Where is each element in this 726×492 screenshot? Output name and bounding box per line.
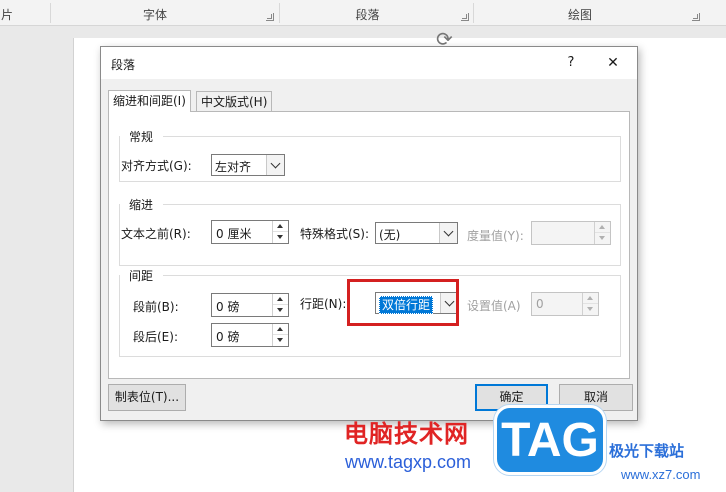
ribbon-bar: 片 字体 段落 绘图 (0, 0, 726, 26)
font-dialog-launcher-icon[interactable] (266, 13, 274, 21)
spin-up-icon[interactable] (273, 324, 288, 335)
watermark-site-name: 极光下载站 (609, 442, 685, 460)
help-button[interactable]: ? (559, 53, 583, 73)
spin-down-icon[interactable] (583, 304, 598, 315)
ribbon-group-font[interactable]: 字体 (80, 0, 230, 26)
tab-asian-typography[interactable]: 中文版式(H) (196, 91, 273, 112)
spin-up-icon[interactable] (273, 221, 288, 232)
spin-down-icon[interactable] (273, 232, 288, 243)
close-icon[interactable]: ✕ (598, 52, 628, 74)
space-after-label: 段后(E): (133, 330, 178, 344)
special-format-label: 特殊格式(S): (300, 227, 370, 241)
group-frame-general (119, 136, 621, 182)
spin-up-icon[interactable] (583, 293, 598, 304)
watermark-brand: 电脑技术网 (344, 420, 469, 448)
highlight-annotation (347, 279, 459, 326)
ribbon-separator (279, 3, 280, 23)
chevron-down-icon[interactable] (266, 155, 284, 175)
alignment-select[interactable]: 左对齐 (211, 154, 285, 176)
tab-indents-spacing[interactable]: 缩进和间距(I) (108, 90, 191, 112)
dialog-title: 段落 (111, 58, 136, 72)
paragraph-dialog-launcher-icon[interactable] (461, 13, 469, 21)
ribbon-group-drawing[interactable]: 绘图 (500, 0, 660, 26)
dialog-titlebar[interactable]: 段落 ? ✕ (101, 47, 637, 79)
set-value-label: 设置值(A) (467, 299, 521, 313)
ribbon-separator (50, 3, 51, 23)
space-before-label: 段前(B): (133, 300, 179, 314)
chevron-down-icon[interactable] (439, 223, 457, 243)
special-format-select[interactable]: (无) (375, 222, 458, 244)
tab-panel: 常规 对齐方式(G): 左对齐 缩进 文本之前(R): 0 厘米 特殊格式(S)… (108, 111, 630, 379)
measure-label: 度量值(Y): (467, 229, 524, 243)
ribbon-group-paragraph[interactable]: 段落 (290, 0, 445, 26)
spin-up-icon[interactable] (595, 222, 610, 233)
watermark-url: www.tagxp.com (345, 452, 472, 472)
space-after-spinner[interactable]: 0 磅 (211, 323, 289, 347)
before-text-label: 文本之前(R): (121, 227, 191, 241)
alignment-label: 对齐方式(G): (121, 159, 192, 173)
ribbon-separator (473, 3, 474, 23)
line-spacing-label: 行距(N): (300, 297, 347, 311)
watermark-site-url: www.xz7.com (621, 467, 701, 482)
space-before-spinner[interactable]: 0 磅 (211, 293, 289, 317)
spin-down-icon[interactable] (273, 305, 288, 316)
tab-stops-button[interactable]: 制表位(T)... (108, 384, 186, 411)
ribbon-group-partial: 片 (0, 8, 13, 22)
spin-down-icon[interactable] (595, 233, 610, 244)
set-value-spinner[interactable]: 0 (531, 292, 599, 316)
spin-down-icon[interactable] (273, 335, 288, 346)
watermark-logo: TAG (494, 405, 606, 475)
spin-up-icon[interactable] (273, 294, 288, 305)
before-text-spinner[interactable]: 0 厘米 (211, 220, 289, 244)
watermark-logo-text: TAG (501, 414, 599, 467)
drawing-dialog-launcher-icon[interactable] (692, 13, 700, 21)
paragraph-dialog: 段落 ? ✕ 缩进和间距(I) 中文版式(H) 常规 对齐方式(G): 左对齐 … (100, 46, 638, 421)
measure-spinner[interactable] (531, 221, 611, 245)
